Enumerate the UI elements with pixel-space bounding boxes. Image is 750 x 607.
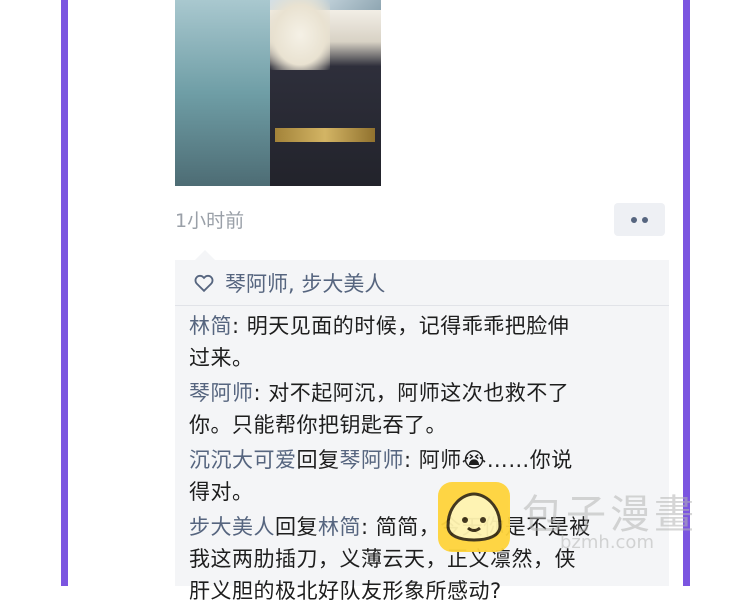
comment-box-caret	[195, 250, 215, 260]
comment-text: : 对不起阿沉，阿师这次也救不了	[253, 381, 570, 405]
image-belt	[275, 128, 375, 142]
image-figure-left	[175, 0, 270, 186]
comment-text: 得对。	[189, 480, 254, 504]
divider	[175, 305, 669, 306]
comment-text: 过来。	[189, 346, 254, 370]
image-hair	[270, 0, 330, 70]
reply-target[interactable]: 琴阿师	[340, 448, 405, 472]
more-options-button[interactable]	[614, 203, 665, 236]
comment-text: 肝义胆的极北好队友形象所感动?	[189, 579, 502, 603]
dot-icon	[631, 216, 637, 223]
comment-text: : 明天见面的时候，记得乖乖把脸伸	[232, 314, 570, 338]
bun-face-icon	[446, 492, 502, 542]
comment-author[interactable]: 沉沉大可爱	[189, 448, 297, 472]
dot-icon	[642, 216, 648, 223]
comment-text: 你。只能帮你把钥匙吞了。	[189, 413, 447, 437]
comment-item[interactable]: 林简: 明天见面的时候，记得乖乖把脸伸 过来。	[189, 310, 659, 374]
comment-text: 我这两肋插刀，义薄云天，正义凛然，侠	[189, 547, 576, 571]
watermark-url: bzmh.com	[560, 532, 654, 553]
watermark-logo-icon	[438, 482, 510, 552]
comment-author[interactable]: 琴阿师	[189, 381, 254, 405]
frame-left-border	[61, 0, 68, 586]
likes-names[interactable]: 琴阿师, 步大美人	[225, 268, 385, 298]
reply-target[interactable]: 林简	[318, 515, 361, 539]
reply-label: 回复	[296, 448, 340, 472]
comment-author[interactable]: 步大美人	[189, 515, 275, 539]
heart-icon	[194, 274, 214, 293]
likes-row: 琴阿师, 步大美人	[193, 268, 385, 298]
comment-item[interactable]: 琴阿师: 对不起阿沉，阿师这次也救不了 你。只能帮你把钥匙吞了。	[189, 377, 659, 441]
reply-label: 回复	[275, 515, 318, 539]
post-image[interactable]	[175, 0, 381, 186]
post-timestamp: 1小时前	[175, 210, 245, 232]
comment-author[interactable]: 林简	[189, 314, 232, 338]
comment-text: : 阿师😭……你说	[404, 448, 573, 472]
